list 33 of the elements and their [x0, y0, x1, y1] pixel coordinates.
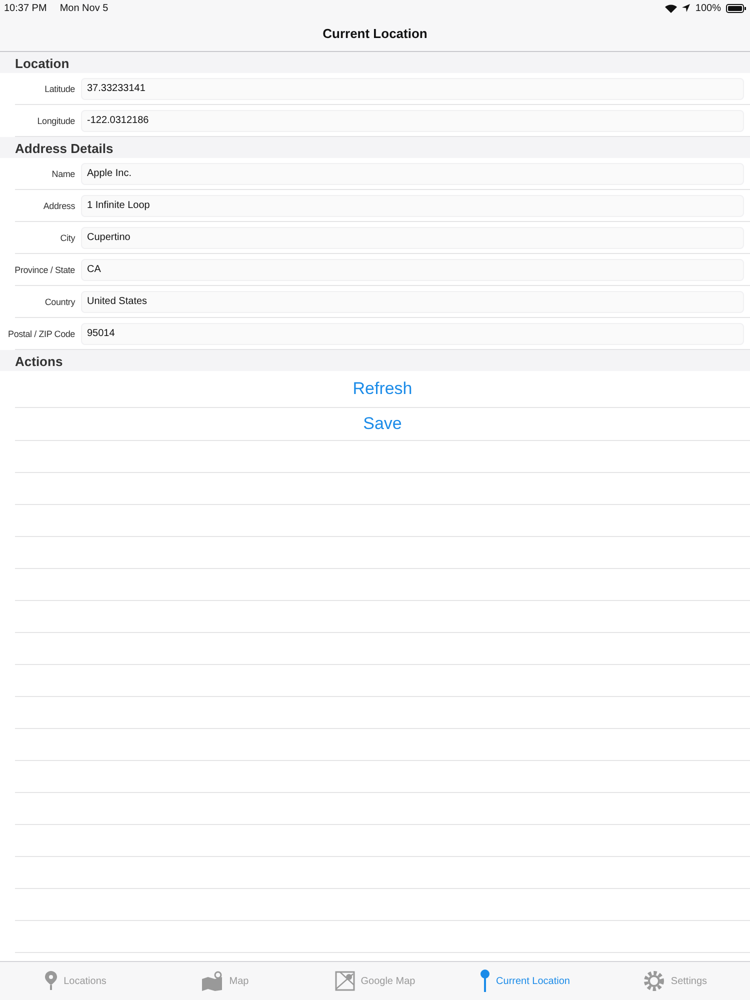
- section-header: Actions: [15, 354, 63, 369]
- section-header: Address Details: [15, 141, 114, 156]
- folded-map-icon: [201, 971, 224, 991]
- map-image-icon: [334, 971, 355, 991]
- field-label: Address: [42, 200, 76, 210]
- wifi-icon: [665, 4, 678, 12]
- input-field[interactable]: United States: [81, 290, 744, 312]
- field-label: Longitude: [36, 116, 76, 126]
- map-pin-icon: [44, 971, 58, 991]
- input-field[interactable]: 95014: [81, 322, 744, 344]
- field-label: Postal / ZIP Code: [7, 328, 76, 338]
- battery-percent: 100%: [695, 2, 721, 14]
- settings-icon: [642, 970, 665, 992]
- nav-title: Current Location: [322, 26, 428, 41]
- status-date: Mon Nov 5: [60, 2, 108, 14]
- field-label: Country: [44, 296, 76, 306]
- field-label: Latitude: [44, 84, 76, 94]
- input-field[interactable]: Apple Inc.: [81, 162, 744, 184]
- status-time: 10:37 PM: [4, 2, 47, 14]
- action-button[interactable]: Refresh: [350, 379, 414, 399]
- action-button[interactable]: Save: [361, 414, 404, 434]
- input-field[interactable]: -122.0312186: [81, 110, 744, 132]
- input-field[interactable]: 1 Infinite Loop: [81, 194, 744, 216]
- input-field[interactable]: Cupertino: [81, 226, 744, 248]
- pin-icon: [480, 969, 490, 993]
- input-field[interactable]: 37.33233141: [81, 78, 744, 100]
- location-arrow-icon: [682, 4, 690, 12]
- input-field[interactable]: CA: [81, 258, 744, 280]
- field-label: City: [59, 232, 76, 242]
- battery-icon: [726, 4, 746, 12]
- field-label: Name: [50, 168, 76, 178]
- section-header: Location: [15, 56, 70, 71]
- field-label: Province / State: [14, 264, 76, 274]
